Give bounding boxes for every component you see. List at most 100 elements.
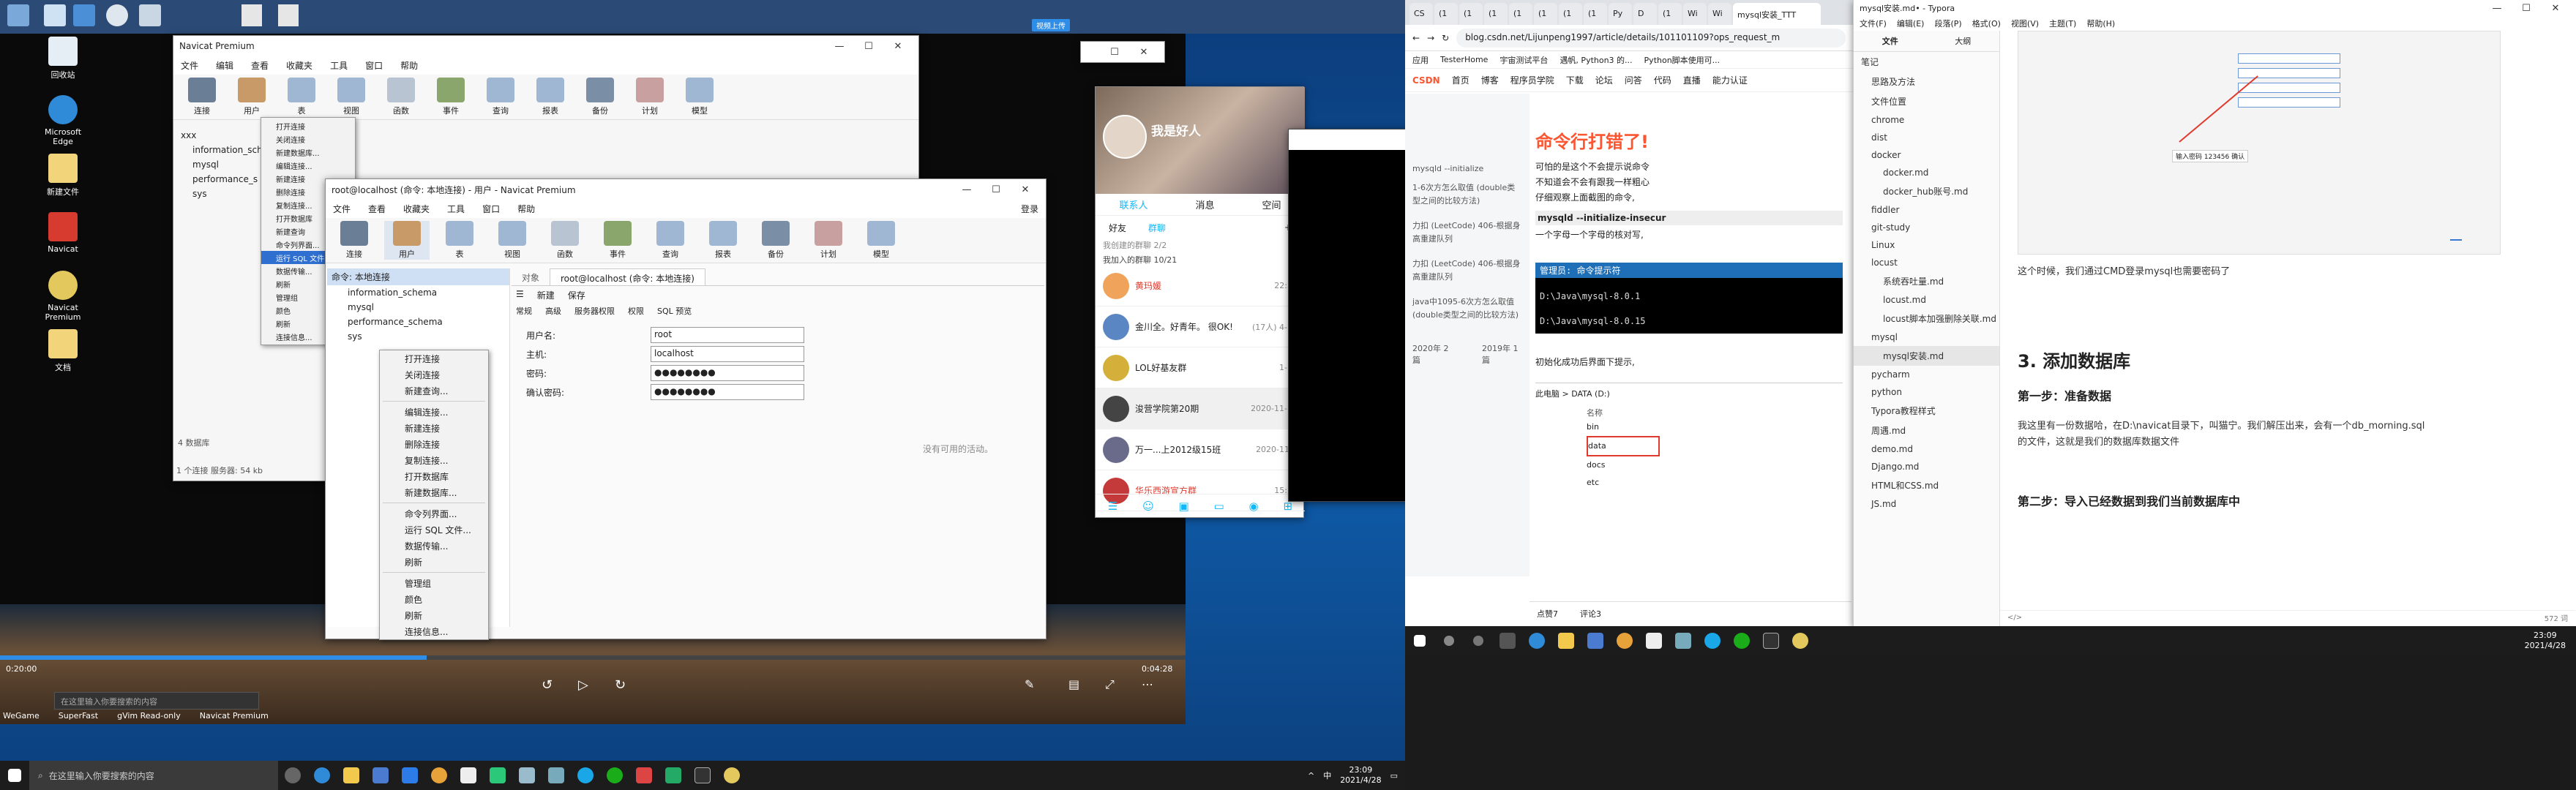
bookmark[interactable]: 宇宙测试平台	[1499, 54, 1548, 66]
tree-item[interactable]: sys	[327, 329, 509, 344]
menu-item[interactable]: 工具	[330, 59, 348, 72]
menu-item[interactable]: 窗口	[365, 59, 383, 72]
bookmark[interactable]: Python脚本使用可...	[1644, 54, 1721, 66]
file-tree-item[interactable]: Linux	[1854, 236, 1999, 254]
toolbar-backup-button[interactable]: 备份	[577, 78, 623, 116]
login-button[interactable]: 登录	[1021, 203, 1038, 215]
toolbar-connect-button[interactable]: 连接	[179, 78, 225, 116]
menu-item[interactable]: 文件	[333, 203, 351, 215]
list-item[interactable]: 黄玛媛 22:31	[1096, 266, 1305, 306]
navicat-icon[interactable]	[1786, 626, 1815, 655]
desktop-bottom-label[interactable]: SuperFast	[59, 711, 98, 721]
desktop-bottom-label[interactable]: gVim Read-only	[117, 711, 181, 721]
toolbar-schedule-button[interactable]: 计划	[627, 78, 673, 116]
toolbar-schedule-button[interactable]: 计划	[806, 221, 851, 260]
desktop-icon-recycle[interactable]: 回收站	[35, 37, 91, 80]
video-search-input[interactable]: 在这里输入你要搜索的内容	[54, 692, 259, 710]
reload-icon[interactable]: ↻	[1442, 33, 1449, 43]
cmd-window[interactable]: —☐✕	[1288, 129, 1405, 502]
browser-tab[interactable]: (1	[1459, 3, 1483, 25]
nav-item[interactable]: 博客	[1481, 74, 1499, 86]
ctx-item[interactable]: 编辑连接...	[261, 159, 355, 172]
file-tree-item[interactable]: 笔记	[1854, 52, 1999, 72]
file-tree-item[interactable]: pycharm	[1854, 366, 1999, 383]
ctx-item[interactable]: 关闭连接	[261, 132, 355, 146]
nav-item[interactable]: 能力认证	[1712, 74, 1748, 86]
task-view-icon[interactable]	[1464, 626, 1493, 655]
contacts-icon[interactable]: ☺	[1142, 500, 1154, 513]
wechat-icon[interactable]	[600, 761, 629, 790]
edge-icon[interactable]	[1522, 626, 1551, 655]
menu-item[interactable]: 帮助	[400, 59, 418, 72]
file-icon[interactable]	[44, 4, 66, 26]
file-icon[interactable]	[278, 4, 299, 26]
windows-start-icon[interactable]	[0, 761, 29, 790]
small-window[interactable]: ☐ ✕	[1080, 41, 1165, 63]
file-tree-item[interactable]: dist	[1854, 129, 1999, 146]
address-bar[interactable]: blog.csdn.net/Lijunpeng1997/article/deta…	[1456, 28, 1846, 48]
file-tree-item[interactable]: Django.md	[1854, 458, 1999, 475]
nav-item[interactable]: 问答	[1625, 74, 1642, 86]
menu-item[interactable]: 主题(T)	[2049, 18, 2076, 29]
toolbar-user-button[interactable]: 用户	[384, 221, 430, 260]
tree-item[interactable]: mysql	[327, 300, 509, 315]
file-tree-item[interactable]: Typora教程样式	[1854, 401, 1999, 421]
browser-tab[interactable]: (1	[1534, 3, 1557, 25]
desktop-bottom-label[interactable]: Navicat Premium	[200, 711, 269, 721]
menu-item[interactable]: 格式(O)	[1972, 18, 2001, 29]
toolbar-table-button[interactable]: 表	[279, 78, 324, 116]
toolbar-function-button[interactable]: 函数	[378, 78, 424, 116]
nav-item[interactable]: 程序员学院	[1510, 74, 1554, 86]
list-item[interactable]: 金川全。好青年。 很OK! (17人) 4-19	[1096, 306, 1305, 347]
host-field[interactable]: localhost	[651, 346, 804, 362]
toolbar-model-button[interactable]: 模型	[677, 78, 722, 116]
tree-item[interactable]: performance_schema	[327, 315, 509, 329]
app-icon[interactable]	[659, 761, 688, 790]
browser-tab[interactable]: (1	[1658, 3, 1682, 25]
file-tree-item[interactable]: 系统吞吐量.md	[1854, 271, 1999, 291]
maximize-icon[interactable]: ☐	[854, 41, 883, 52]
toolbar-query-button[interactable]: 查询	[478, 78, 523, 116]
browser-tab-active[interactable]: mysql安装_TTT	[1733, 3, 1821, 25]
forward-icon[interactable]: →	[1427, 33, 1434, 43]
sidebar-link[interactable]: java中1095-6次方怎么取值 (double类型之间的比较方法)	[1405, 290, 1530, 328]
edge-icon[interactable]	[307, 761, 337, 790]
nav-item[interactable]: 下载	[1566, 74, 1584, 86]
file-tree-item[interactable]: locust.md	[1854, 291, 1999, 309]
browser-tab[interactable]: (1	[1484, 3, 1508, 25]
tree-item-connection[interactable]: 命令: 本地连接	[327, 268, 509, 285]
store-icon[interactable]	[1581, 626, 1610, 655]
tab-friends[interactable]: 好友	[1109, 222, 1126, 234]
file-tree-item[interactable]: 周遇.md	[1854, 421, 1999, 440]
ctx-item-open[interactable]: 打开连接	[380, 350, 488, 366]
qq-icon[interactable]	[1698, 626, 1727, 655]
ctx-item-run-sql[interactable]: 运行 SQL 文件...	[380, 522, 488, 538]
desktop-icon-navicat-premium[interactable]: Navicat Premium	[35, 271, 91, 322]
browser-tab[interactable]: (1	[1434, 3, 1458, 25]
sidebar-link[interactable]: 力扣 (LeetCode) 406-根据身高重建队列	[1405, 214, 1530, 252]
terminal-icon[interactable]	[688, 761, 717, 790]
tab-space[interactable]: 空间	[1262, 198, 1281, 211]
chrome-icon[interactable]	[1610, 626, 1639, 655]
feishu-icon[interactable]	[395, 761, 424, 790]
toolbar-event-button[interactable]: 事件	[428, 78, 473, 116]
toolbar-model-button[interactable]: 模型	[858, 221, 904, 260]
browser-tab[interactable]: (1	[1509, 3, 1532, 25]
steam-icon[interactable]	[106, 4, 128, 26]
feishu-icon[interactable]	[73, 4, 95, 26]
tab-object[interactable]: 对象	[512, 268, 550, 285]
chevron-up-icon[interactable]: ^	[1308, 771, 1314, 780]
clock[interactable]: 23:09 2021/4/28	[1340, 765, 1381, 786]
menu-item[interactable]: 帮助(H)	[2086, 18, 2115, 29]
file-tree-item[interactable]: chrome	[1854, 111, 1999, 129]
ctx-item-new-conn[interactable]: 新建连接	[380, 420, 488, 436]
desktop-icon-edge[interactable]: Microsoft Edge	[35, 95, 91, 146]
ctx-item-delete[interactable]: 删除连接	[380, 436, 488, 452]
new-button[interactable]: 新建	[537, 289, 555, 301]
toolbar-connect-button[interactable]: 连接	[332, 221, 377, 260]
bookmark[interactable]: 遇帆, Python3 的...	[1560, 54, 1632, 66]
word-count[interactable]: 572 词	[2545, 612, 2568, 623]
rewind-icon[interactable]: ↺	[542, 677, 553, 693]
nav-item[interactable]: 代码	[1654, 74, 1671, 86]
typora-editor[interactable]: 输入密码 123456 确认 这个时候，我们通过CMD登录mysql也需要密码了…	[2000, 31, 2571, 616]
